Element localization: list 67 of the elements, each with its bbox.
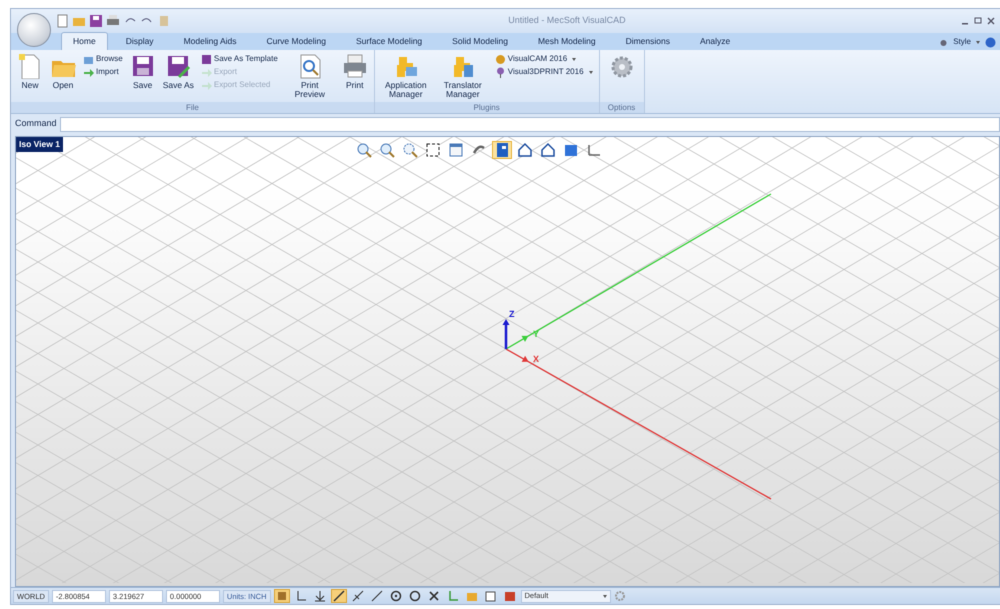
dropdown-button[interactable]: VisualCAM 2016	[492, 53, 595, 65]
ribbon-tab[interactable]: Solid Modeling	[440, 32, 520, 50]
axes-icon	[446, 590, 459, 602]
circle-icon	[390, 590, 402, 602]
arrow-icon	[314, 590, 326, 602]
axis-label: Z	[509, 309, 514, 319]
window-icon	[448, 142, 464, 158]
group-label: File	[11, 102, 374, 113]
ribbon-button[interactable]: Print Preview	[282, 53, 337, 99]
printer-icon[interactable]	[106, 14, 120, 28]
ribbon-tab[interactable]: Curve Modeling	[254, 32, 338, 50]
dropdown-button[interactable]: Visual3DPRINT 2016	[492, 66, 595, 78]
style-menu[interactable]: Style	[951, 36, 982, 48]
axes-icon	[586, 142, 602, 158]
house-icon	[517, 142, 533, 158]
printer-icon	[342, 53, 368, 79]
zoom-window-icon	[402, 142, 418, 158]
close-icon[interactable]	[986, 16, 996, 26]
ribbon-button[interactable]: Save	[128, 53, 158, 90]
help-icon[interactable]	[985, 36, 996, 48]
group-label: Options	[600, 102, 644, 113]
square-icon	[276, 590, 288, 602]
arrow-icon	[200, 66, 212, 78]
snap-button[interactable]	[330, 589, 347, 603]
ribbon-tab[interactable]: Home	[61, 32, 108, 50]
line-icon	[370, 590, 383, 602]
caret-icon	[588, 70, 593, 74]
corner-icon	[294, 590, 307, 602]
pin-icon	[494, 66, 506, 78]
view-toolbar-button[interactable]	[492, 141, 512, 159]
ribbon-button[interactable]: Import	[81, 66, 125, 78]
window-title: Untitled - MecSoft VisualCAD	[507, 14, 627, 28]
viewport-title: Iso View 1	[16, 137, 63, 152]
arrow-icon	[83, 66, 94, 78]
maximize-icon[interactable]	[973, 16, 983, 26]
ribbon-button[interactable]: Application Manager	[378, 53, 433, 99]
house-icon	[540, 142, 556, 158]
ribbon-tab[interactable]: Display	[114, 32, 166, 50]
ribbon-button[interactable]: Browse	[81, 53, 125, 65]
ribbon-button[interactable]: Save As	[160, 53, 196, 90]
ribbon-tab[interactable]: Mesh Modeling	[526, 32, 608, 50]
ribbon-button[interactable]: Print	[340, 53, 370, 90]
circle-icon	[408, 590, 421, 602]
ribbon-button[interactable]: Translator Manager	[436, 53, 490, 99]
line-icon	[332, 590, 345, 602]
group-label: Plugins	[374, 102, 599, 113]
gear-icon[interactable]	[610, 55, 634, 79]
ribbon-tab[interactable]: Modeling Aids	[172, 32, 248, 50]
ribbon-tab[interactable]: Dimensions	[614, 32, 682, 50]
axis-label: X	[533, 354, 540, 364]
ribbon-tab[interactable]: Analyze	[688, 32, 742, 50]
zoom-out-icon	[356, 142, 372, 158]
command-field[interactable]	[60, 116, 1000, 132]
ribbon-button[interactable]: Save As Template	[198, 53, 280, 65]
cross-icon	[428, 590, 440, 602]
arrow-icon	[200, 80, 212, 90]
zoom-in-icon	[379, 142, 395, 158]
caret-icon	[602, 594, 607, 598]
document-icon[interactable]	[55, 14, 69, 28]
caret-icon	[572, 58, 576, 60]
ribbon-button[interactable]: New	[15, 53, 45, 90]
zoom-extents-icon	[425, 142, 441, 158]
line-icon	[352, 590, 364, 602]
caret-icon	[976, 40, 980, 44]
ribbon-tab[interactable]: Surface Modeling	[344, 32, 434, 50]
command-label: Command	[15, 117, 57, 130]
ribbon-button[interactable]: Open	[48, 53, 78, 90]
